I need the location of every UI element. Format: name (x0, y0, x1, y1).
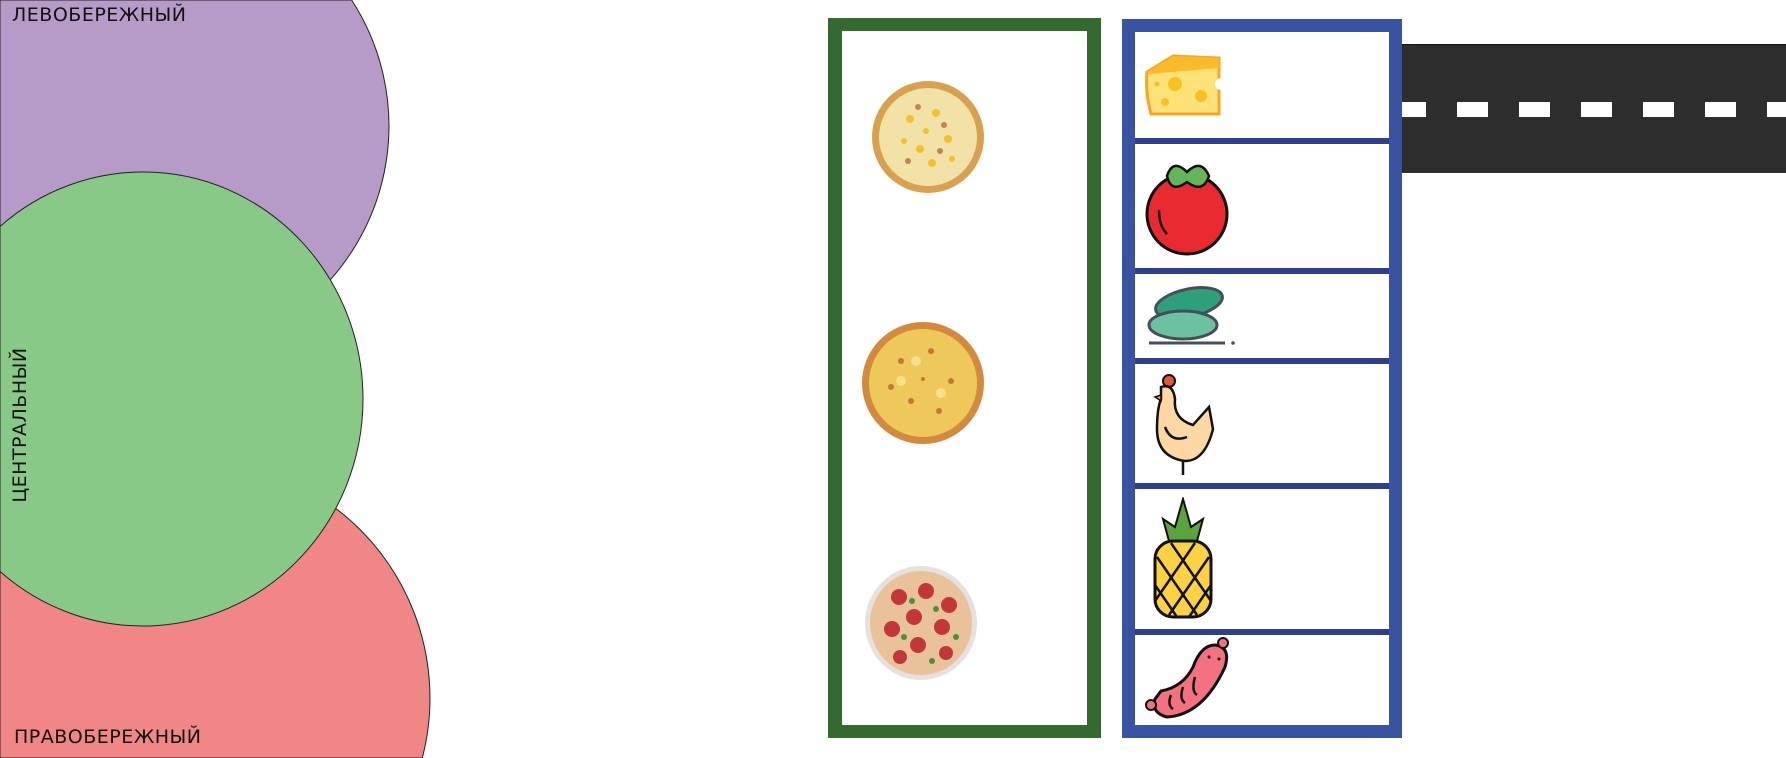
ingredient-cell-tomato[interactable] (1135, 144, 1389, 274)
pineapple-icon (1153, 497, 1213, 619)
ingredient-cell-sausage[interactable] (1135, 635, 1389, 725)
road-lane-dash (1581, 102, 1612, 117)
left-bank-label: ЛЕВОБЕРЕЖНЫЙ (12, 4, 187, 26)
road-lane-dash (1705, 102, 1736, 117)
districts-map: ЛЕВОБЕРЕЖНЫЙ ЦЕНТРАЛЬНЫЙ ПРАВОБЕРЕЖНЫЙ (0, 0, 460, 758)
pizza-panel (828, 18, 1101, 738)
road-lane-dash (1519, 102, 1550, 117)
road-lane-dash (1457, 102, 1488, 117)
tomato-icon (1145, 164, 1229, 256)
ingredients-panel (1122, 19, 1402, 738)
cucumber-icon (1147, 286, 1235, 345)
road (1402, 44, 1786, 173)
road-lane-dash (1643, 102, 1674, 117)
road-lane-dash (1767, 102, 1786, 117)
chicken-icon (1153, 373, 1215, 475)
ingredient-cell-chicken[interactable] (1135, 364, 1389, 489)
right-bank-label: ПРАВОБЕРЕЖНЫЙ (14, 726, 202, 748)
sausage-icon (1145, 637, 1229, 719)
ingredient-cell-pineapple[interactable] (1135, 489, 1389, 635)
road-lane-dash (1402, 102, 1426, 117)
central-label: ЦЕНТРАЛЬНЫЙ (9, 347, 31, 503)
pepperoni-pizza[interactable] (864, 565, 978, 681)
cheese-corn-pizza[interactable] (870, 79, 986, 195)
four-cheese-pizza[interactable] (861, 321, 985, 445)
ingredient-cell-cheese[interactable] (1135, 32, 1389, 144)
cheese-icon (1145, 54, 1227, 116)
ingredient-cell-cucumber[interactable] (1135, 274, 1389, 364)
